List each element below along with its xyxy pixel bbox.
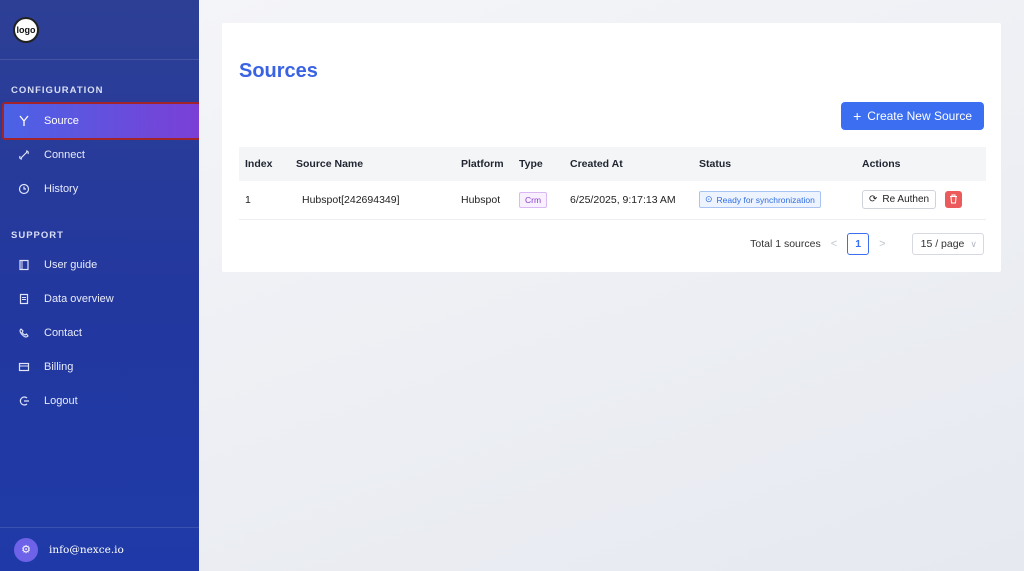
logo-area: logo [0,0,199,60]
column-header-status: Status [699,158,732,170]
user-email: info@nexce.io [49,543,124,556]
sidebar-item-billing[interactable]: Billing [4,351,199,383]
page-number[interactable]: 1 [847,233,870,255]
cell-platform: Hubspot [461,193,501,206]
create-new-source-button[interactable]: + Create New Source [841,102,984,130]
cell-type: Crm [513,181,564,219]
pagination-total: Total 1 sources [750,238,821,250]
book-icon [17,258,31,272]
sidebar-item-connect[interactable]: Connect [4,139,199,171]
sidebar-item-user-guide[interactable]: User guide [4,249,199,281]
sidebar-item-label: Source [44,115,79,127]
plus-icon: + [853,108,862,124]
cell-source-name: Hubspot[242694349] [302,193,400,206]
chevron-down-icon: ∨ [970,238,977,249]
main-content: Sources + Create New Source Index Source… [199,0,1024,571]
re-authen-label: Re Authen [882,194,930,206]
sidebar-item-label: User guide [44,259,98,271]
page-size-select[interactable]: 15 / page ∨ [911,233,984,255]
status-badge: ⊙ Ready for synchronization [699,191,821,209]
logo[interactable]: logo [13,17,39,43]
section-title-support: SUPPORT [11,230,64,241]
phone-icon [17,326,31,340]
sources-table: Index Source Name Platform Type Created … [239,147,986,220]
sidebar-item-history[interactable]: History [4,173,199,205]
table-header-row: Index Source Name Platform Type Created … [239,147,986,181]
sidebar-item-label: Connect [44,149,85,161]
sidebar: logo CONFIGURATION Source Connect Histor… [0,0,201,571]
prev-page-icon[interactable]: < [831,238,837,250]
cell-created-at: 6/25/2025, 9:17:13 AM [570,193,676,206]
card-icon [17,360,31,374]
settings-icon: ⚙ [14,537,38,562]
sidebar-item-label: Logout [44,395,78,407]
sources-card: Sources + Create New Source Index Source… [222,23,1001,272]
document-icon [17,292,31,306]
sidebar-item-source[interactable]: Source [2,102,201,140]
sidebar-item-logout[interactable]: Logout [4,385,199,417]
delete-button[interactable] [945,190,963,208]
sidebar-item-label: Data overview [44,293,114,305]
create-button-label: Create New Source [867,109,972,123]
sidebar-item-contact[interactable]: Contact [4,317,199,349]
refresh-icon: ⟳ [869,194,878,206]
next-page-icon[interactable]: > [879,238,885,250]
column-header-platform: Platform [461,158,504,170]
re-authen-button[interactable]: ⟳ Re Authen [862,190,937,210]
fork-icon [17,114,31,128]
status-text: Ready for synchronization [716,194,815,205]
section-title-configuration: CONFIGURATION [11,85,104,96]
trash-icon [950,194,958,204]
type-tag: Crm [519,191,548,208]
user-profile[interactable]: ⚙ info@nexce.io [0,527,199,571]
check-circle-icon: ⊙ [705,194,713,205]
column-header-actions: Actions [862,158,901,170]
column-header-created-at: Created At [570,158,623,170]
cell-actions: ⟳ Re Authen [856,181,986,219]
cell-status: ⊙ Ready for synchronization [693,181,856,219]
sidebar-item-label: History [44,183,79,195]
clock-icon [17,182,31,196]
column-header-source-name: Source Name [296,158,364,170]
column-header-type: Type [519,158,543,170]
pagination: Total 1 sources < 1 > 15 / page ∨ [750,233,984,255]
column-header-index: Index [245,158,273,170]
sidebar-item-label: Contact [44,327,82,339]
sidebar-item-data-overview[interactable]: Data overview [4,283,199,315]
page-title: Sources [239,60,318,82]
page-size-value: 15 / page [920,238,965,250]
link-icon [17,148,31,162]
table-row: 1 Hubspot[242694349] Hubspot Crm 6/25/20… [239,181,986,219]
sidebar-item-label: Billing [44,361,74,373]
logout-icon [17,394,31,408]
cell-index: 1 [245,193,251,206]
